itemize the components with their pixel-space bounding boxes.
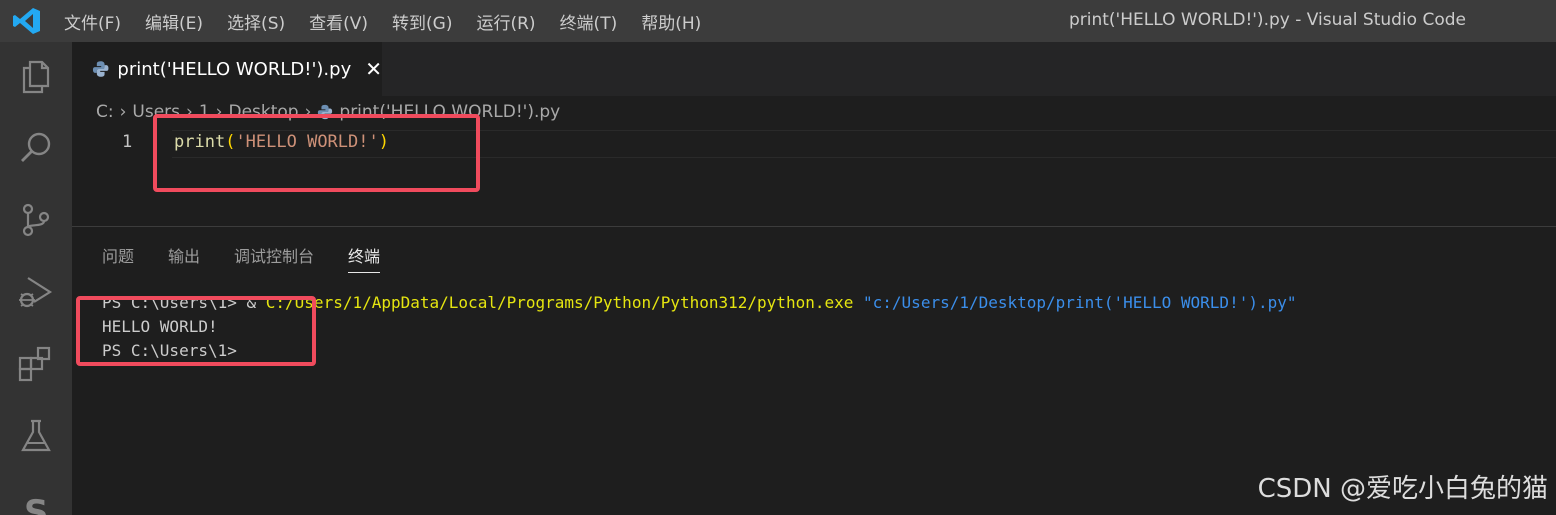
window-title: print('HELLO WORLD!').py - Visual Studio… [1068,10,1466,30]
close-icon[interactable]: ✕ [365,57,382,81]
breadcrumb-item-drive[interactable]: C: [96,102,114,122]
line-number: 1 [122,132,133,152]
code-highlight-box [153,114,480,192]
testing-icon[interactable] [16,416,56,456]
menu-help[interactable]: 帮助(H) [641,9,701,34]
watermark: CSDN @爱吃小白兔的猫 [1257,474,1548,504]
title-bar: 文件(F) 编辑(E) 选择(S) 查看(V) 转到(G) 运行(R) 终端(T… [0,0,1556,42]
source-control-icon[interactable] [16,200,56,240]
menu-run[interactable]: 运行(R) [476,9,535,34]
svg-text:S: S [24,493,49,515]
menu-edit[interactable]: 编辑(E) [145,9,203,34]
tab-debug-console[interactable]: 调试控制台 [234,243,314,273]
tab-python-file[interactable]: print('HELLO WORLD!').py ✕ [72,42,382,96]
tab-label: print('HELLO WORLD!').py [117,58,352,80]
vscode-logo-icon[interactable] [12,6,42,36]
account-icon[interactable]: S [16,488,56,515]
explorer-icon[interactable] [16,56,56,96]
panel-tabs: 问题 输出 调试控制台 终端 [102,243,414,273]
menu-file[interactable]: 文件(F) [64,9,121,34]
search-icon[interactable] [16,128,56,168]
menu-bar: 文件(F) 编辑(E) 选择(S) 查看(V) 转到(G) 运行(R) 终端(T… [64,0,725,42]
output-highlight-box [76,296,316,366]
chevron-right-icon: › [119,102,127,122]
editor-tab-bar: print('HELLO WORLD!').py ✕ [72,42,1556,96]
menu-selection[interactable]: 选择(S) [227,9,285,34]
extensions-icon[interactable] [16,344,56,384]
python-file-icon [92,61,109,77]
activity-bar: S [0,42,72,515]
tab-output[interactable]: 输出 [168,243,200,273]
menu-go[interactable]: 转到(G) [392,9,452,34]
run-debug-icon[interactable] [16,272,56,312]
tab-problems[interactable]: 问题 [102,243,134,273]
menu-view[interactable]: 查看(V) [309,9,368,34]
terminal-argument: "c:/Users/1/Desktop/print('HELLO WORLD!'… [863,293,1297,312]
terminal-executable: C:/Users/1/AppData/Local/Programs/Python… [265,293,854,312]
menu-terminal[interactable]: 终端(T) [560,9,618,34]
tab-terminal[interactable]: 终端 [348,243,381,273]
